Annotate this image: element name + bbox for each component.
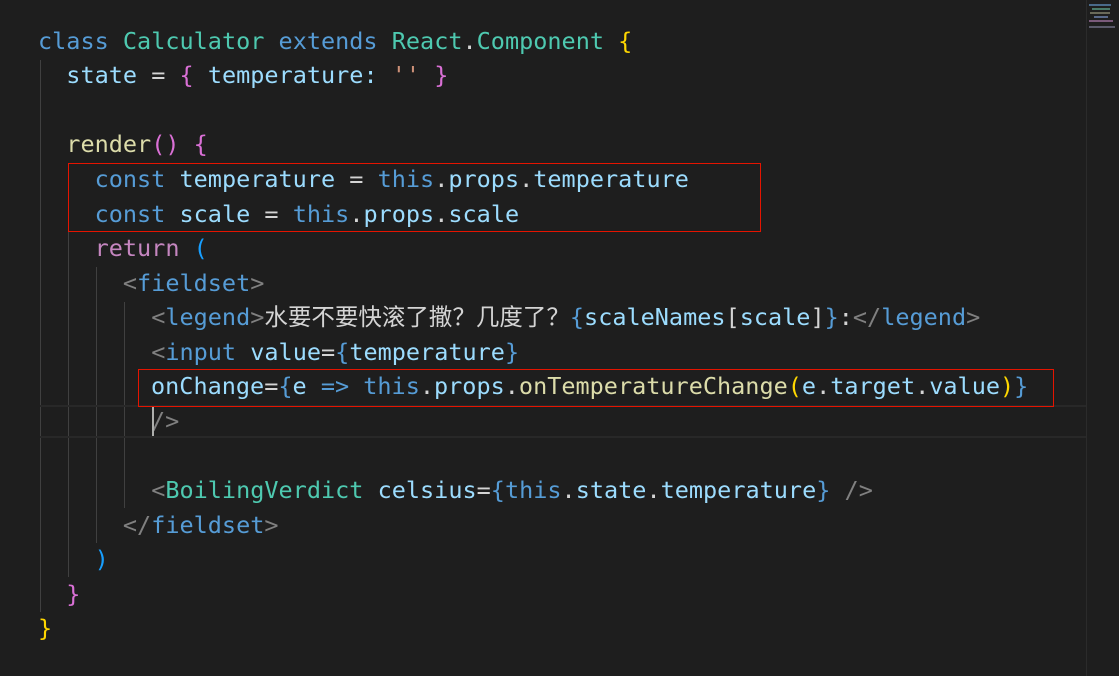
- token-brace: }: [434, 61, 449, 89]
- code-line-18: }: [38, 611, 52, 645]
- token-operator: =: [151, 61, 166, 89]
- token-brace: }: [38, 614, 53, 642]
- token-property: state: [575, 476, 647, 504]
- token-brace: }: [824, 303, 839, 331]
- token-bracket: [: [725, 303, 740, 331]
- token-operator: =: [476, 476, 491, 504]
- token-class-name: Calculator: [122, 27, 265, 55]
- token-tag-bracket: <: [151, 338, 166, 366]
- code-line-2: state = { temperature: '' }: [38, 58, 448, 92]
- token-bracket: ]: [810, 303, 825, 331]
- token-tag-bracket: >: [264, 511, 279, 539]
- token-punct: .: [561, 476, 576, 504]
- token-jsx-text: :: [838, 303, 853, 331]
- token-brace: {: [618, 27, 633, 55]
- token-property: temperature: [660, 476, 817, 504]
- token-brace: }: [816, 476, 831, 504]
- token-string: '': [391, 61, 421, 89]
- code-line-16: ): [38, 542, 109, 576]
- token-tag-bracket: >: [250, 269, 265, 297]
- token-jsx-text: 水要不要快滚了撒？几度了？: [264, 303, 570, 331]
- token-variable: scale: [739, 303, 811, 331]
- token-tag-bracket: />: [151, 407, 180, 435]
- token-tag-bracket: >: [966, 303, 981, 331]
- code-line-4: render() {: [38, 127, 208, 161]
- token-brace: }: [66, 580, 81, 608]
- minimap-line: [1089, 26, 1115, 28]
- token-variable: temperature: [349, 338, 505, 366]
- minimap-line: [1092, 8, 1110, 10]
- code-line-14: <BoilingVerdict celsius={this.state.temp…: [38, 473, 873, 507]
- text-caret: [152, 407, 154, 436]
- token-tag-bracket: >: [250, 303, 265, 331]
- minimap[interactable]: [1086, 0, 1119, 676]
- token-brace: {: [193, 130, 208, 158]
- token-tag-bracket: </: [122, 511, 152, 539]
- code-line-9: <legend>水要不要快滚了撒？几度了？{scaleNames[scale]}…: [38, 300, 980, 334]
- token-property: state: [66, 61, 138, 89]
- token-tag: legend: [881, 303, 967, 331]
- token-tag: fieldset: [137, 269, 251, 297]
- token-paren: (: [193, 234, 208, 262]
- token-brace: {: [179, 61, 194, 89]
- token-operator: =: [321, 338, 336, 366]
- code-line-17: }: [38, 577, 80, 611]
- minimap-line: [1089, 4, 1111, 6]
- minimap-line: [1094, 16, 1108, 18]
- token-tag: input: [165, 338, 237, 366]
- token-attribute: value: [250, 338, 321, 366]
- token-punct: .: [646, 476, 661, 504]
- token-paren: ): [94, 545, 109, 573]
- token-class-name: Component: [476, 27, 604, 55]
- code-line-8: <fieldset>: [38, 266, 265, 300]
- highlight-box-onchange-line: [138, 369, 1054, 407]
- token-brace: {: [335, 338, 350, 366]
- token-tag-bracket: <: [151, 476, 166, 504]
- code-line-1: class Calculator extends React.Component…: [38, 24, 632, 58]
- token-property: temperature: [207, 61, 364, 89]
- minimap-line: [1090, 12, 1110, 14]
- token-tag-bracket: <: [151, 303, 166, 331]
- token-tag-bracket: />: [844, 476, 873, 504]
- code-line-12: />: [151, 404, 179, 438]
- token-keyword: extends: [278, 27, 378, 55]
- token-variable: scaleNames: [584, 303, 726, 331]
- minimap-line: [1089, 20, 1113, 22]
- token-function: render: [66, 130, 152, 158]
- code-line-15: </fieldset>: [38, 508, 279, 542]
- token-tag-bracket: <: [122, 269, 138, 297]
- token-keyword: this: [504, 476, 562, 504]
- code-line-7: return (: [38, 231, 208, 265]
- token-attribute: celsius: [377, 476, 477, 504]
- token-keyword: class: [38, 27, 109, 55]
- token-tag: fieldset: [151, 511, 265, 539]
- token-component: BoilingVerdict: [165, 476, 364, 504]
- code-line-10: <input value={temperature}: [38, 335, 519, 369]
- token-punct: :: [363, 61, 378, 89]
- token-paren: (): [151, 130, 180, 158]
- current-line-highlight: [40, 405, 1086, 438]
- token-brace: {: [490, 476, 505, 504]
- token-class-name: React: [391, 27, 463, 55]
- code-editor[interactable]: class Calculator extends React.Component…: [0, 0, 1086, 676]
- token-tag-bracket: </: [852, 303, 882, 331]
- token-brace: }: [504, 338, 520, 366]
- token-brace: {: [569, 303, 585, 331]
- token-tag: legend: [165, 303, 251, 331]
- token-punct: .: [462, 27, 477, 55]
- token-keyword: return: [94, 234, 180, 262]
- highlight-box-const-lines: [68, 163, 761, 232]
